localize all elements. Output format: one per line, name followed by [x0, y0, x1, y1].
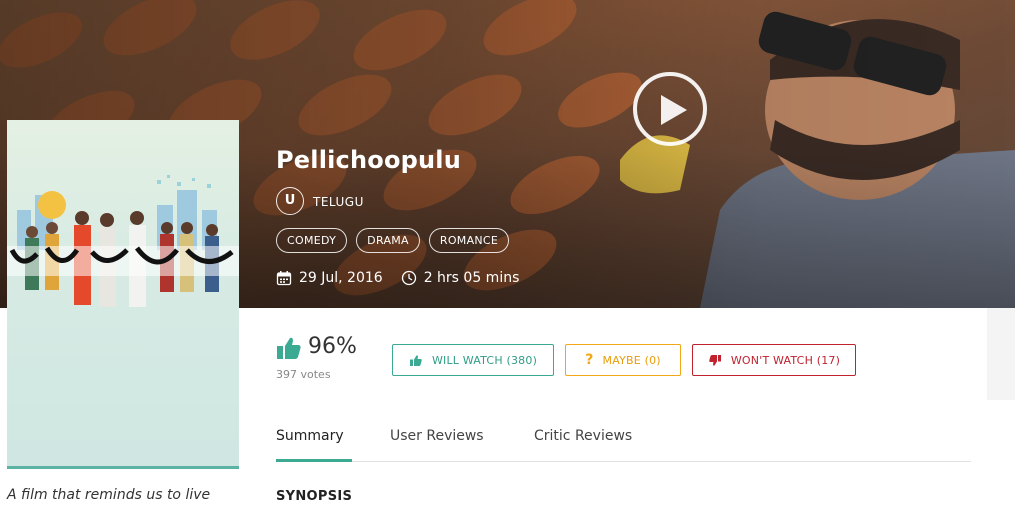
release-date: 29 Jul, 2016 — [299, 270, 383, 286]
genre-tag-romance[interactable]: ROMANCE — [428, 228, 510, 253]
duration: 2 hrs 05 mins — [423, 270, 520, 286]
will-watch-button[interactable]: WILL WATCH (380) — [392, 344, 554, 376]
genre-list: COMEDY DRAMA ROMANCE — [276, 228, 510, 253]
will-watch-label: WILL WATCH (380) — [431, 353, 538, 367]
poster-artwork — [7, 175, 239, 307]
release-meta: 29 Jul, 2016 2 hrs 05 mins — [276, 270, 519, 286]
play-trailer-button[interactable] — [633, 72, 707, 146]
wont-watch-label: WON'T WATCH (17) — [730, 353, 841, 367]
genre-tag-drama[interactable]: DRAMA — [356, 228, 420, 253]
rating-percent: 96% — [308, 334, 357, 359]
tab-critic-reviews[interactable]: Critic Reviews — [534, 428, 632, 462]
genre-tag-comedy[interactable]: COMEDY — [276, 228, 348, 253]
movie-poster — [7, 120, 239, 469]
clock-icon — [401, 270, 416, 286]
maybe-button[interactable]: ? MAYBE (0) — [565, 344, 681, 376]
movie-tagline: A film that reminds us to live — [7, 487, 211, 503]
movie-language: TELUGU — [313, 195, 364, 209]
thumbs-up-icon — [277, 337, 301, 359]
detail-tabs: Summary User Reviews Critic Reviews — [276, 428, 971, 462]
calendar-icon — [276, 271, 292, 286]
play-icon — [661, 95, 687, 125]
side-panel-edge — [987, 308, 1015, 400]
tab-user-reviews[interactable]: User Reviews — [390, 428, 484, 462]
wont-watch-button[interactable]: WON'T WATCH (17) — [692, 344, 856, 376]
thumbs-up-icon — [409, 354, 422, 366]
maybe-label: MAYBE (0) — [602, 353, 661, 367]
question-icon: ? — [585, 352, 594, 368]
tab-summary[interactable]: Summary — [276, 428, 352, 462]
movie-title: Pellichoopulu — [276, 146, 462, 174]
thumbs-down-icon — [709, 354, 721, 366]
synopsis-heading: SYNOPSIS — [276, 489, 353, 504]
certificate-badge: U — [276, 187, 304, 215]
vote-count: 397 votes — [276, 368, 331, 381]
